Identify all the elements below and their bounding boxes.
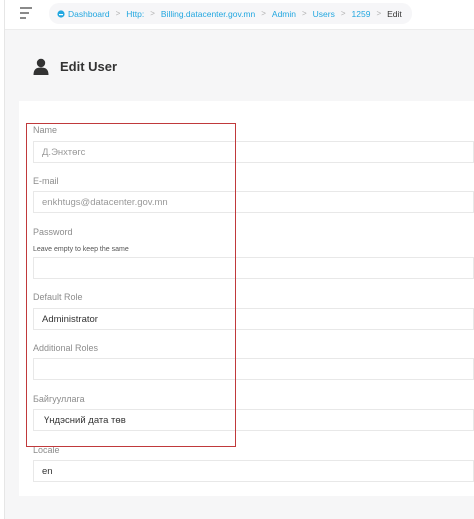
breadcrumb-dashboard[interactable]: Dashboard [68, 9, 110, 19]
organization-label: Байгууллага [33, 394, 85, 404]
organization-value: Үндэсний дата төв [44, 414, 126, 426]
breadcrumb-separator-icon: > [376, 9, 382, 18]
email-field[interactable]: enkhtugs@datacenter.gov.mn [33, 191, 474, 213]
default-role-label: Default Role [33, 292, 83, 302]
left-rail [0, 0, 5, 519]
organization-select[interactable]: Үндэсний дата төв [33, 409, 474, 431]
locale-value: en [42, 465, 53, 477]
page-title: Edit User [60, 59, 118, 74]
name-field[interactable]: Д.Энхтөгс [33, 141, 474, 163]
breadcrumb-separator-icon: > [261, 9, 266, 18]
additional-roles-label: Additional Roles [33, 343, 99, 353]
breadcrumb-domain[interactable]: Billing.datacenter.gov.mn [161, 9, 255, 19]
password-hint: Leave empty to keep the same [33, 246, 129, 253]
additional-roles-select[interactable] [33, 358, 474, 380]
breadcrumb-admin[interactable]: Admin [272, 9, 296, 19]
breadcrumb-separator-icon: > [302, 9, 307, 18]
breadcrumb-http[interactable]: Http: [126, 9, 144, 19]
top-bar: Dashboard > Http: > Billing.datacenter.g… [5, 0, 474, 30]
page-header: Edit User [33, 58, 117, 75]
user-icon [33, 58, 49, 75]
password-label: Password [33, 227, 73, 237]
breadcrumb-user-id[interactable]: 1259 [352, 9, 371, 19]
name-label: Name [33, 125, 58, 135]
email-field-value: enkhtugs@datacenter.gov.mn [42, 196, 168, 208]
breadcrumb-separator-icon: > [115, 9, 121, 18]
breadcrumb: Dashboard > Http: > Billing.datacenter.g… [49, 3, 412, 24]
default-role-value: Administrator [42, 313, 98, 325]
breadcrumb-separator-icon: > [150, 9, 155, 18]
name-field-value: Д.Энхтөгс [42, 146, 86, 158]
default-role-select[interactable]: Administrator [33, 308, 474, 330]
locale-select[interactable]: en [33, 460, 474, 482]
menu-toggle-icon[interactable] [20, 7, 34, 21]
breadcrumb-edit: Edit [387, 8, 402, 19]
password-field[interactable] [33, 257, 474, 279]
email-label: E-mail [33, 176, 59, 186]
dashboard-icon [57, 9, 65, 18]
breadcrumb-users[interactable]: Users [313, 9, 335, 19]
locale-label: Locale [33, 445, 60, 455]
breadcrumb-separator-icon: > [340, 9, 346, 18]
